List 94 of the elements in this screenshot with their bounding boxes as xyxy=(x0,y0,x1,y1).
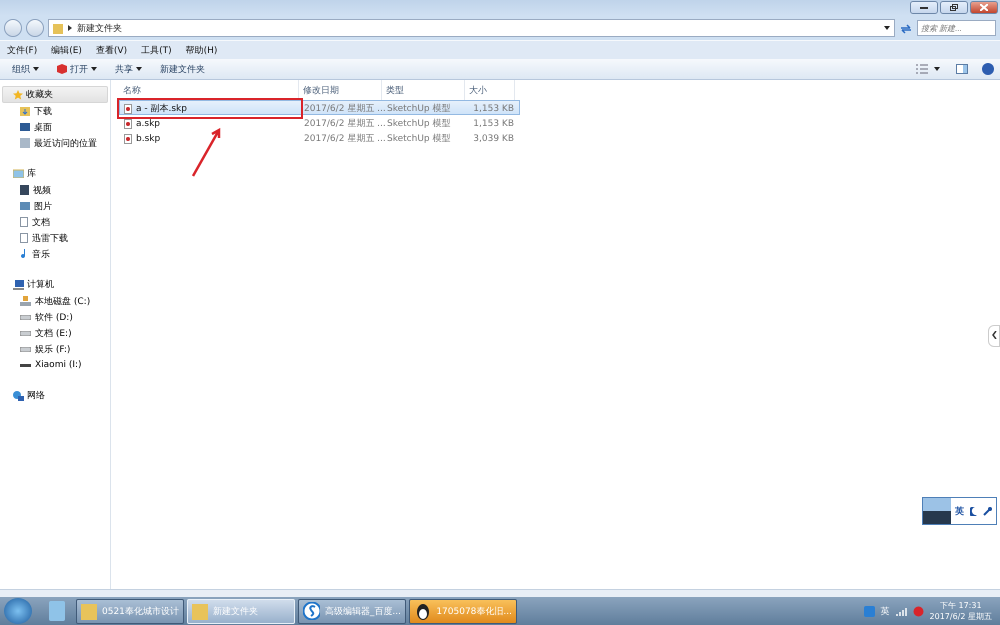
help-icon[interactable] xyxy=(982,63,994,75)
minimize-icon xyxy=(920,6,928,8)
sidebar-item[interactable]: 迅雷下载 xyxy=(0,230,110,246)
sidebar-item[interactable]: 下载 xyxy=(0,103,110,119)
view-options-icon[interactable] xyxy=(916,64,928,74)
file-name: a - 副本.skp xyxy=(120,101,300,116)
folder-icon xyxy=(192,602,208,620)
star-icon xyxy=(13,90,23,100)
penguin-icon xyxy=(414,602,432,620)
library-icon xyxy=(13,169,24,178)
file-row[interactable]: a.skp 2017/6/2 星期五 ...SketchUp 模型 1,153 KB xyxy=(119,115,520,130)
sidebar-item[interactable]: 娱乐 (F:) xyxy=(0,341,110,357)
file-icon xyxy=(124,118,132,128)
restore-button[interactable] xyxy=(940,1,968,14)
close-icon xyxy=(980,4,988,11)
menu-item[interactable]: 工具(T) xyxy=(141,44,172,56)
caret-icon xyxy=(884,26,890,30)
file-name: b.skp xyxy=(120,131,300,146)
sidebar-group[interactable]: 网络 xyxy=(2,387,108,404)
music-note-icon xyxy=(20,249,28,259)
chevron-left-icon xyxy=(992,331,996,339)
address-field[interactable]: 新建文件夹 xyxy=(48,19,895,37)
preview-pane-icon[interactable] xyxy=(956,64,968,74)
drive-icon xyxy=(20,346,31,352)
close-button[interactable] xyxy=(970,1,998,14)
computer-icon xyxy=(13,280,24,290)
sidebar-item[interactable]: 音乐 xyxy=(0,246,110,262)
toolbar-button[interactable]: 打开 xyxy=(51,60,103,78)
wrench-icon[interactable] xyxy=(983,506,992,516)
sidebar-item[interactable]: 本地磁盘 (C:) xyxy=(0,293,110,309)
sidebar-item[interactable]: 文档 (E:) xyxy=(0,325,110,341)
menu-item[interactable]: 查看(V) xyxy=(96,44,128,56)
annotation-arrow xyxy=(191,126,223,178)
picture-icon xyxy=(20,202,30,210)
table-cell-text: 3,039 KB xyxy=(472,134,515,144)
collapse-button[interactable] xyxy=(988,325,1000,347)
table-cell-text: 2017/6/2 星期五 ... xyxy=(303,102,383,115)
landscape-photo-placeholder xyxy=(923,498,951,524)
restore-icon xyxy=(950,4,958,11)
clock[interactable]: 下午 17:31 2017/6/2 星期五 xyxy=(930,600,992,622)
sidebar-group[interactable]: 计算机 xyxy=(2,276,108,293)
minimize-button[interactable] xyxy=(910,1,938,14)
address-path: 新建文件夹 xyxy=(77,22,123,34)
forward-button[interactable] xyxy=(26,19,44,37)
table-cell-text: SketchUp 模型 xyxy=(386,118,452,130)
desktop-icon xyxy=(20,122,30,132)
toolbar-button[interactable]: 新建文件夹 xyxy=(154,60,211,78)
table-cell-text: 2017/6/2 星期五 ... xyxy=(303,118,383,130)
menu-item[interactable]: 帮助(H) xyxy=(186,44,218,56)
caret-icon xyxy=(934,67,940,71)
caret-icon xyxy=(91,67,97,71)
ime-toolbar[interactable]: 英 xyxy=(922,497,997,525)
folder-icon xyxy=(53,22,63,34)
ime-language[interactable]: 英 xyxy=(955,504,964,518)
drive-icon xyxy=(20,364,31,366)
toolbar-button[interactable]: 组织 xyxy=(6,60,45,78)
sidebar-group[interactable]: 库 xyxy=(2,165,108,182)
sidebar-item[interactable]: 图片 xyxy=(0,198,110,214)
table-cell-text: SketchUp 模型 xyxy=(386,102,452,115)
search-field[interactable]: 搜索 新建... xyxy=(917,20,996,36)
menu-item[interactable]: 文件(F) xyxy=(7,44,38,56)
browser-logo-icon xyxy=(303,602,320,620)
caret-icon xyxy=(33,67,39,71)
drive-icon xyxy=(20,314,31,320)
sidebar-item[interactable]: 桌面 xyxy=(0,119,110,135)
table-cell-text: 1,153 KB xyxy=(472,118,515,128)
file-icon xyxy=(124,134,132,144)
sidebar-item[interactable]: 最近访问的位置 xyxy=(0,135,110,151)
folder-icon xyxy=(20,106,30,116)
table-cell-text: 1,153 KB xyxy=(472,104,515,114)
sidebar-item[interactable]: 视频 xyxy=(0,182,110,198)
file-row[interactable]: b.skp 2017/6/2 星期五 ...SketchUp 模型 3,039 KB xyxy=(119,130,520,145)
chevron-icon xyxy=(68,25,72,31)
menu-item[interactable]: 编辑(E) xyxy=(51,44,82,56)
start-button[interactable] xyxy=(4,598,32,624)
sidebar-group[interactable]: 收藏夹 xyxy=(2,86,108,103)
video-icon xyxy=(20,185,29,195)
network-signal-icon[interactable] xyxy=(896,606,907,616)
file-name: a.skp xyxy=(120,116,300,131)
refresh-icon[interactable] xyxy=(899,22,913,34)
system-drive-icon xyxy=(20,296,31,306)
caret-icon xyxy=(136,67,142,71)
file-icon xyxy=(124,104,132,114)
drive-icon xyxy=(20,330,31,336)
table-cell-text: 2017/6/2 星期五 ... xyxy=(303,132,383,145)
folder-icon xyxy=(81,602,97,620)
sidebar-item[interactable]: 文档 xyxy=(0,214,110,230)
network-icon xyxy=(13,390,24,400)
toolbar-button[interactable]: 共享 xyxy=(109,60,148,78)
sidebar-item[interactable]: Xiaomi (I:) xyxy=(0,357,110,373)
moon-icon[interactable] xyxy=(970,506,977,516)
table-cell-text: SketchUp 模型 xyxy=(386,132,452,145)
back-button[interactable] xyxy=(4,19,22,37)
sidebar-item[interactable]: 软件 (D:) xyxy=(0,309,110,325)
